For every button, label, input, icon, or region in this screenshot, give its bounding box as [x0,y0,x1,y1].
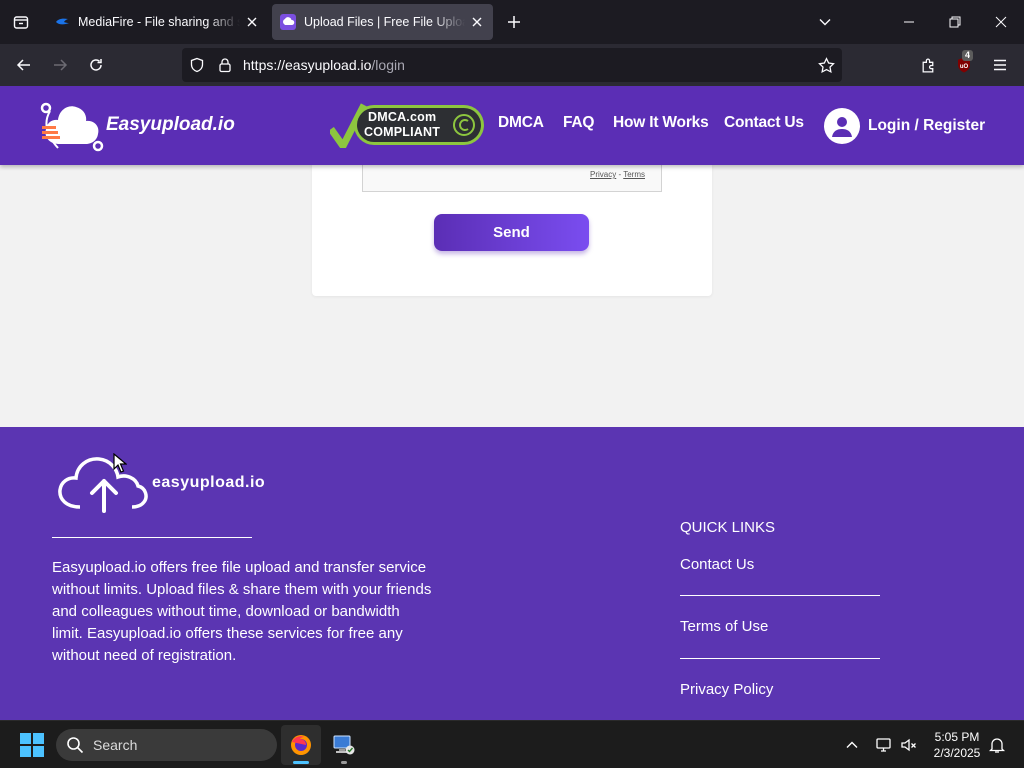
footer-link-contact-us[interactable]: Contact Us [680,556,754,573]
windows-taskbar: Search 5:05 PM 2/3/2025 [0,720,1024,768]
mouse-cursor-icon [113,453,127,473]
svg-text:uO: uO [960,64,969,70]
forward-button[interactable] [45,50,75,80]
site-footer: easyupload.io Easyupload.io offers free … [0,427,1024,720]
ublock-extension-button[interactable]: uO 4 [949,50,979,80]
footer-divider [52,537,252,538]
clock-time: 5:05 PM [934,730,980,744]
taskbar-app-network[interactable] [324,725,364,765]
clock-date: 2/3/2025 [933,746,981,760]
puzzle-icon [922,58,933,73]
url-path: /login [371,57,405,73]
chevron-up-icon [846,741,858,748]
windows-start-icon[interactable] [20,733,44,757]
user-icon [832,117,852,137]
search-placeholder: Search [93,737,138,753]
avatar [824,108,860,144]
firefox-icon [291,735,311,755]
tab-title: MediaFire - File sharing and storage mad… [78,15,240,29]
mediafire-icon [56,18,69,25]
brand-name: Easyupload.io [106,114,235,135]
nav-how-it-works[interactable]: How It Works [613,114,709,132]
taskbar-app-firefox[interactable] [281,725,321,765]
address-bar[interactable]: https://easyupload.io/login [182,48,842,82]
reload-icon [90,59,102,71]
footer-logo[interactable]: easyupload.io [56,451,266,515]
extension-badge: 4 [962,50,974,61]
search-icon [67,737,84,754]
close-window-button[interactable] [978,0,1024,44]
taskbar-clock[interactable]: 5:05 PM 2/3/2025 [926,729,988,761]
lock-icon[interactable] [217,57,233,73]
footer-link-terms-of-use[interactable]: Terms of Use [680,618,768,635]
url-host: https://easyupload.io [243,57,372,73]
dmca-line1: DMCA.com [368,110,437,124]
footer-description: Easyupload.io offers free file upload an… [52,559,432,664]
speaker-muted-icon [901,738,916,752]
chevron-down-icon [819,19,831,26]
tab-easyupload[interactable]: Upload Files | Free File Upload and Tran… [272,4,493,40]
plus-icon [508,16,520,28]
minimize-icon [904,21,914,23]
brand-logo[interactable]: Easyupload.io [40,98,235,154]
back-button[interactable] [9,50,39,80]
quick-links-title: QUICK LINKS [680,519,776,536]
running-app-indicator [341,761,347,764]
easyupload-icon [280,14,296,30]
network-status-button[interactable] [872,733,896,757]
browser-tab-bar: MediaFire - File sharing and storage mad… [0,0,1024,44]
taskbar-search-box[interactable]: Search [56,729,277,761]
recaptcha-terms-link[interactable]: Terms [623,170,645,179]
send-button[interactable]: Send [434,214,589,251]
network-computer-icon [333,735,355,755]
cloud-logo-icon [40,102,104,152]
arrow-left-icon [16,59,30,71]
quick-links-divider [680,658,880,659]
login-label: Login / Register [868,117,986,134]
notifications-button[interactable] [985,733,1009,757]
close-icon [995,16,1007,28]
show-hidden-icons-button[interactable] [840,733,864,757]
nav-faq[interactable]: FAQ [563,114,594,132]
bell-icon [988,738,1006,753]
monitor-network-icon [876,738,891,752]
tab-overflow-button[interactable] [802,0,848,44]
nav-contact-us[interactable]: Contact Us [724,114,804,132]
tab-list-icon [13,16,29,29]
recaptcha-links: Privacy - Terms [590,170,645,179]
nav-dmca[interactable]: DMCA [498,114,544,132]
extensions-button[interactable] [913,50,943,80]
dmca-badge[interactable]: DMCA.com COMPLIANT [330,102,486,148]
list-all-tabs-button[interactable] [0,0,42,44]
url-text[interactable]: https://easyupload.io/login [243,57,405,73]
shield-icon[interactable] [189,57,205,73]
browser-toolbar: https://easyupload.io/login uO 4 [0,44,1024,86]
footer-logo-text: easyupload.io [152,474,266,491]
close-tab-icon[interactable] [469,14,485,30]
quick-links-divider [680,595,880,596]
tab-mediafire[interactable]: MediaFire - File sharing and storage mad… [46,4,268,40]
hamburger-menu-icon [994,59,1006,71]
arrow-right-icon [54,59,68,71]
webpage: Easyupload.io DMCA.com COMPLIANT DMCA FA… [0,86,1024,720]
dmca-line2: COMPLIANT [364,125,441,139]
site-header: Easyupload.io DMCA.com COMPLIANT DMCA FA… [0,86,1024,165]
volume-button[interactable] [897,733,921,757]
bookmark-star-icon[interactable] [818,57,835,74]
footer-link-privacy-policy[interactable]: Privacy Policy [680,681,773,698]
close-tab-icon[interactable] [244,14,260,30]
restore-button[interactable] [932,0,978,44]
restore-icon [949,16,961,28]
cloud-upload-icon [58,457,148,513]
active-app-indicator [293,761,309,764]
reload-button[interactable] [81,50,111,80]
tab-title: Upload Files | Free File Upload and Tran… [304,15,465,29]
recaptcha-privacy-link[interactable]: Privacy [590,170,616,179]
minimize-button[interactable] [886,0,932,44]
new-tab-button[interactable] [500,8,528,36]
app-menu-button[interactable] [985,50,1015,80]
login-register-link[interactable]: Login / Register [824,108,985,144]
